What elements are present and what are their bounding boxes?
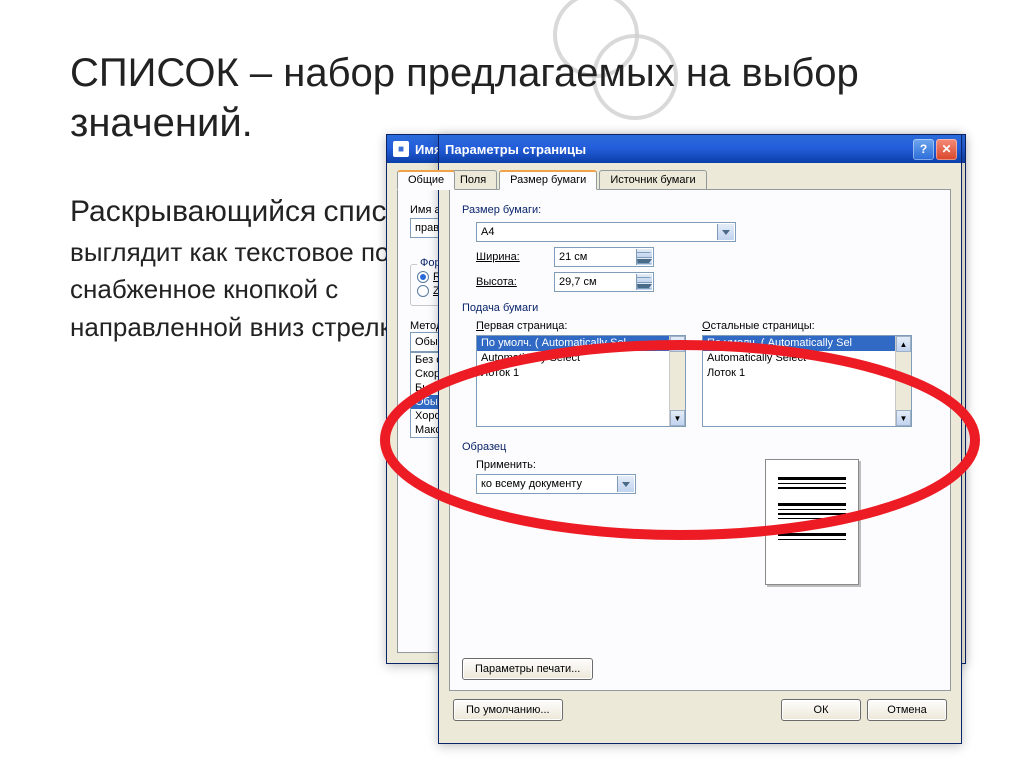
apply-value: ко всему документу: [481, 478, 582, 490]
paper-size-dropdown[interactable]: A4: [476, 222, 736, 242]
tab-fields[interactable]: Поля: [449, 170, 497, 190]
app-icon: ■: [393, 141, 409, 157]
scrollbar[interactable]: ▲ ▼: [895, 336, 911, 426]
window-title: Параметры страницы: [445, 142, 586, 157]
window-page-setup: Параметры страницы ? ✕ Поля Размер бумаг…: [438, 134, 962, 744]
first-page-list[interactable]: По умолч. ( Automatically Sel Automatica…: [476, 335, 686, 427]
list-item[interactable]: Лоток 1: [703, 366, 911, 381]
chevron-down-icon[interactable]: [617, 476, 634, 492]
list-item[interactable]: По умолч. ( Automatically Sel: [477, 336, 685, 351]
height-spinner[interactable]: 29,7 см: [554, 272, 654, 292]
width-value: 21 см: [559, 251, 587, 263]
height-label: Высота:: [476, 276, 546, 288]
other-pages-list[interactable]: По умолч. ( Automatically Sel Automatica…: [702, 335, 912, 427]
spinner-down-icon[interactable]: [636, 283, 652, 291]
chevron-down-icon[interactable]: [717, 224, 734, 240]
tab-paper-source[interactable]: Источник бумаги: [599, 170, 706, 190]
page-preview: [765, 459, 859, 585]
width-label: Ширина:: [476, 251, 546, 263]
scrollbar[interactable]: ▲ ▼: [669, 336, 685, 426]
list-item[interactable]: Automatically Select: [703, 351, 911, 366]
window-titlebar[interactable]: Параметры страницы ? ✕: [439, 135, 961, 163]
other-pages-label: Остальные страницы:: [702, 320, 912, 332]
scroll-up-icon[interactable]: ▲: [670, 336, 685, 352]
paper-size-value: A4: [481, 226, 494, 238]
print-params-button[interactable]: Параметры печати...: [462, 658, 593, 680]
help-button[interactable]: ?: [913, 139, 934, 160]
tab-paper-size[interactable]: Размер бумаги: [499, 170, 597, 190]
spinner-down-icon[interactable]: [636, 258, 652, 266]
scroll-up-icon[interactable]: ▲: [896, 336, 911, 352]
close-button[interactable]: ✕: [936, 139, 957, 160]
height-value: 29,7 см: [559, 276, 597, 288]
default-button[interactable]: По умолчанию...: [453, 699, 563, 721]
tab-general[interactable]: Общие: [397, 170, 455, 190]
list-item[interactable]: Лоток 1: [477, 366, 685, 381]
scroll-down-icon[interactable]: ▼: [670, 410, 685, 426]
radio-1[interactable]: [417, 271, 429, 283]
apply-label: Применить:: [476, 459, 636, 471]
list-item[interactable]: По умолч. ( Automatically Sel: [703, 336, 911, 351]
spinner-up-icon[interactable]: [636, 249, 652, 258]
slide-heading: СПИСОК – набор предлагаемых на выбор зна…: [70, 48, 994, 148]
spinner-up-icon[interactable]: [636, 274, 652, 283]
first-page-label: Первая страница:: [476, 320, 686, 332]
radio-2[interactable]: [417, 285, 429, 297]
list-item[interactable]: Automatically Select: [477, 351, 685, 366]
scroll-down-icon[interactable]: ▼: [896, 410, 911, 426]
tabs: Поля Размер бумаги Источник бумаги: [449, 169, 951, 189]
apply-dropdown[interactable]: ко всему документу: [476, 474, 636, 494]
width-spinner[interactable]: 21 см: [554, 247, 654, 267]
ok-button[interactable]: ОК: [781, 699, 861, 721]
section-paper-size: Размер бумаги:: [462, 204, 938, 216]
lead-word-1: Раскрывающийся: [70, 195, 316, 228]
cancel-button[interactable]: Отмена: [867, 699, 947, 721]
section-feed: Подача бумаги: [462, 302, 938, 314]
section-sample: Образец: [462, 441, 938, 453]
